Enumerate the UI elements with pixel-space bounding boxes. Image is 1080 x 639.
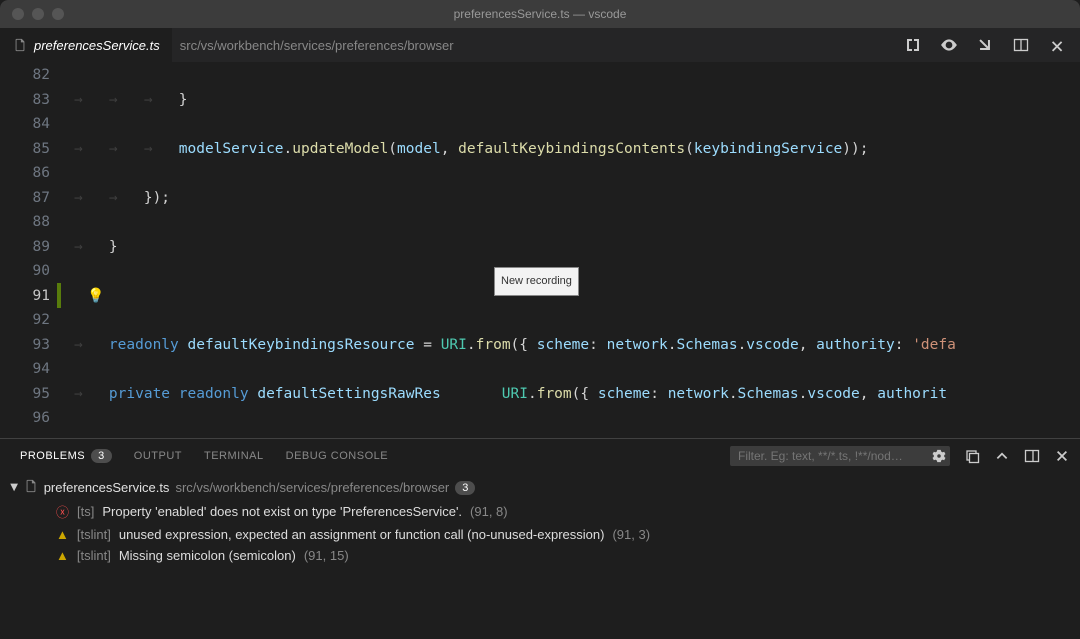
file-problem-count-badge: 3 [455, 481, 475, 495]
warning-icon: ▲ [56, 548, 69, 563]
file-icon [12, 37, 28, 53]
code-editor[interactable]: 82 83 84 85 86 87 88 89 90 91 92 93 94 9… [0, 63, 1080, 438]
problems-filter-input[interactable] [730, 446, 950, 466]
close-panel-icon[interactable] [1054, 448, 1070, 464]
tab-filename: preferencesService.ts [34, 38, 160, 53]
tab-debug-console[interactable]: DEBUG CONSOLE [286, 450, 388, 462]
error-icon: ⓧ [56, 502, 69, 521]
compare-changes-icon[interactable] [904, 36, 922, 54]
hover-tooltip: New recording [494, 267, 579, 296]
filter-settings-icon[interactable] [932, 449, 946, 466]
tab-output[interactable]: OUTPUT [134, 450, 182, 462]
chevron-up-icon[interactable] [994, 448, 1010, 464]
problem-file-row[interactable]: ▶ preferencesService.ts src/vs/workbench… [0, 476, 1080, 499]
preview-icon[interactable] [940, 36, 958, 54]
breadcrumb[interactable]: src/vs/workbench/services/preferences/br… [172, 38, 454, 53]
problem-item[interactable]: ▲ [tslint] unused expression, expected a… [0, 524, 1080, 545]
chevron-down-icon[interactable]: ▶ [8, 484, 19, 492]
problems-list[interactable]: ▶ preferencesService.ts src/vs/workbench… [0, 472, 1080, 639]
problem-file-name: preferencesService.ts [44, 480, 170, 495]
code-content[interactable]: → → → } → → → modelService.updateModel(m… [68, 63, 1080, 438]
problem-location: (91, 3) [612, 527, 650, 542]
git-gutter-indicator [57, 283, 61, 309]
toggle-layout-icon[interactable] [1024, 448, 1040, 464]
editor-tabbar: preferencesService.ts src/vs/workbench/s… [0, 28, 1080, 63]
window-title: preferencesService.ts — vscode [454, 7, 627, 21]
minimize-window-icon[interactable] [32, 8, 44, 20]
editor-tab[interactable]: preferencesService.ts [0, 28, 172, 62]
problem-item[interactable]: ⓧ [ts] Property 'enabled' does not exist… [0, 499, 1080, 524]
warning-icon: ▲ [56, 527, 69, 542]
source-control-diff-icon[interactable] [976, 36, 994, 54]
lightbulb-icon[interactable]: 💡 [87, 284, 104, 309]
close-window-icon[interactable] [12, 8, 24, 20]
problem-message: unused expression, expected an assignmen… [119, 527, 605, 542]
problem-message: Missing semicolon (semicolon) [119, 548, 296, 563]
collapse-all-icon[interactable] [964, 448, 980, 464]
tab-terminal[interactable]: TERMINAL [204, 450, 264, 462]
tab-problems[interactable]: PROBLEMS 3 [20, 449, 112, 463]
split-editor-icon[interactable] [1012, 36, 1030, 54]
window-titlebar: preferencesService.ts — vscode [0, 0, 1080, 28]
problem-source: [ts] [77, 504, 94, 519]
problem-source: [tslint] [77, 527, 111, 542]
problem-message: Property 'enabled' does not exist on typ… [102, 504, 462, 519]
problems-count-badge: 3 [91, 449, 112, 463]
more-actions-icon[interactable] [1048, 36, 1066, 54]
problem-item[interactable]: ▲ [tslint] Missing semicolon (semicolon)… [0, 545, 1080, 566]
problem-location: (91, 8) [470, 504, 508, 519]
bottom-panel: PROBLEMS 3 OUTPUT TERMINAL DEBUG CONSOLE [0, 438, 1080, 639]
problem-file-path: src/vs/workbench/services/preferences/br… [175, 480, 449, 495]
file-icon [24, 479, 38, 496]
problem-source: [tslint] [77, 548, 111, 563]
maximize-window-icon[interactable] [52, 8, 64, 20]
line-number-gutter: 82 83 84 85 86 87 88 89 90 91 92 93 94 9… [0, 63, 68, 438]
problem-location: (91, 15) [304, 548, 349, 563]
